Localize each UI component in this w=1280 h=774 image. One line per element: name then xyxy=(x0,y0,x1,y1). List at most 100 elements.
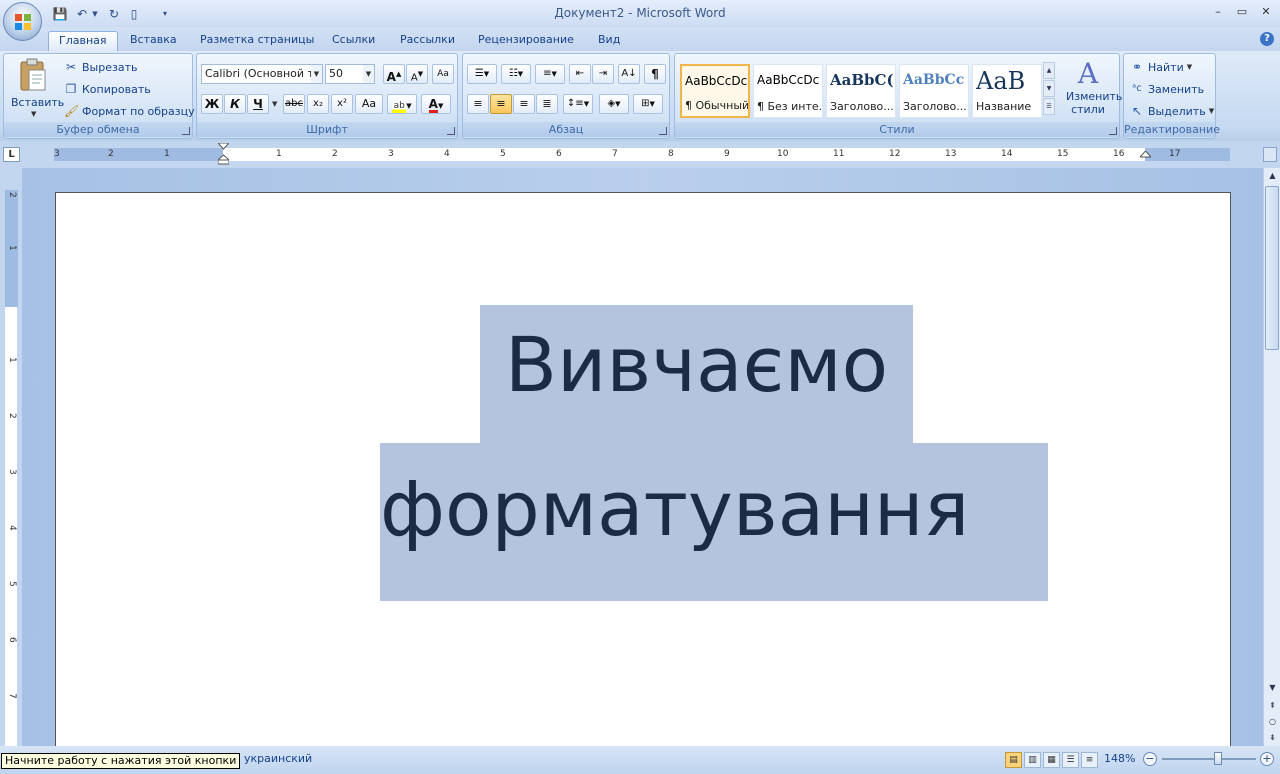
justify-button[interactable]: ≣ xyxy=(536,94,558,114)
bullets-button[interactable]: ☰▼ xyxy=(467,64,497,84)
style-heading-1[interactable]: AaBbC( Заголово... xyxy=(826,64,896,118)
print-layout-view-button[interactable]: ▤ xyxy=(1005,752,1022,768)
copy-button[interactable]: ❐ Копировать xyxy=(64,79,151,99)
previous-page-icon[interactable]: ⇞ xyxy=(1265,698,1280,714)
vertical-scrollbar[interactable]: ▲ ▼ ⇞ ○ ⇟ xyxy=(1263,168,1280,746)
underline-button[interactable]: Ч xyxy=(247,94,269,114)
font-name-dropdown-icon[interactable]: ▼ xyxy=(311,65,322,83)
zoom-in-button[interactable]: + xyxy=(1260,752,1274,766)
vruler-mark: 2 xyxy=(7,192,17,198)
subscript-button[interactable]: x₂ xyxy=(307,94,329,114)
outline-view-button[interactable]: ☰ xyxy=(1062,752,1079,768)
indent-marker-icon[interactable] xyxy=(218,143,229,165)
zoom-out-button[interactable]: − xyxy=(1143,752,1157,766)
strikethrough-button[interactable]: abc xyxy=(283,94,305,114)
tab-selector-button[interactable]: L xyxy=(3,147,20,162)
sort-button[interactable]: A↓ xyxy=(618,64,640,84)
numbering-button[interactable]: ☷▼ xyxy=(501,64,531,84)
paste-button[interactable]: Вставить ▼ xyxy=(7,56,64,120)
web-layout-view-button[interactable]: ▦ xyxy=(1043,752,1060,768)
ruler-mark: 16 xyxy=(1113,149,1125,159)
copy-label: Копировать xyxy=(82,82,151,96)
styles-scroll-up-icon[interactable]: ▲ xyxy=(1043,62,1055,79)
office-button[interactable] xyxy=(3,2,42,41)
increase-indent-button[interactable]: ⇥ xyxy=(592,64,614,84)
paragraph-launcher-icon[interactable] xyxy=(659,127,667,135)
paste-dropdown-icon: ▼ xyxy=(31,110,37,118)
select-browse-object-icon[interactable]: ○ xyxy=(1265,714,1280,730)
shading-button[interactable]: ◈▼ xyxy=(599,94,629,114)
document-page[interactable]: Вивчаємо форматування xyxy=(55,192,1231,752)
clipboard-launcher-icon[interactable] xyxy=(182,127,190,135)
align-left-button[interactable]: ≡ xyxy=(467,94,489,114)
right-indent-marker-icon[interactable] xyxy=(1140,151,1151,161)
tab-mailings[interactable]: Рассылки xyxy=(390,31,465,51)
align-right-button[interactable]: ≡ xyxy=(513,94,535,114)
font-size-dropdown-icon[interactable]: ▼ xyxy=(363,65,374,83)
document-text-line-1[interactable]: Вивчаємо xyxy=(480,315,913,415)
zoom-slider-thumb[interactable] xyxy=(1214,752,1223,765)
vertical-ruler[interactable]: 2 1 1 2 3 4 5 6 7 xyxy=(5,190,18,746)
styles-scroll-down-icon[interactable]: ▼ xyxy=(1043,80,1055,97)
close-button[interactable]: ✕ xyxy=(1256,4,1276,20)
align-center-button[interactable]: ≡ xyxy=(490,94,512,114)
minimize-button[interactable]: – xyxy=(1208,4,1228,20)
scroll-down-icon[interactable]: ▼ xyxy=(1265,680,1280,696)
tab-review[interactable]: Рецензирование xyxy=(468,31,584,51)
view-ruler-toggle-icon[interactable] xyxy=(1263,147,1277,162)
underline-dropdown-icon[interactable]: ▼ xyxy=(272,100,277,108)
style-no-spacing[interactable]: AaBbCcDc ¶ Без инте... xyxy=(753,64,823,118)
shrink-font-button[interactable]: A▼ xyxy=(406,64,428,84)
select-button[interactable]: ↖ Выделить ▼ xyxy=(1130,101,1214,121)
next-page-icon[interactable]: ⇟ xyxy=(1265,730,1280,746)
grow-font-button[interactable]: A▲ xyxy=(383,64,405,84)
styles-launcher-icon[interactable] xyxy=(1109,127,1117,135)
bold-button[interactable]: Ж xyxy=(201,94,223,114)
zoom-slider[interactable] xyxy=(1162,758,1256,760)
show-marks-button[interactable]: ¶ xyxy=(644,64,666,84)
group-styles: AaBbCcDc ¶ Обычный AaBbCcDc ¶ Без инте..… xyxy=(674,53,1123,139)
replace-button[interactable]: ᵃc Заменить xyxy=(1130,79,1204,99)
superscript-button[interactable]: x² xyxy=(331,94,353,114)
style-heading-2[interactable]: AaBbCc Заголово... xyxy=(899,64,969,118)
style-normal[interactable]: AaBbCcDc ¶ Обычный xyxy=(680,64,750,118)
font-launcher-icon[interactable] xyxy=(447,127,455,135)
style-name: Заголово... xyxy=(903,100,967,113)
cut-button[interactable]: ✂ Вырезать xyxy=(64,57,138,77)
font-size-combo[interactable]: 50 ▼ xyxy=(325,64,375,84)
full-screen-reading-view-button[interactable]: ▥ xyxy=(1024,752,1041,768)
borders-button[interactable]: ⊞▼ xyxy=(633,94,663,114)
language-indicator[interactable]: украинский xyxy=(244,752,312,765)
vruler-mark: 6 xyxy=(7,637,17,643)
scroll-up-icon[interactable]: ▲ xyxy=(1265,168,1280,184)
change-styles-button[interactable]: A Изменить стили xyxy=(1059,58,1123,120)
tab-view[interactable]: Вид xyxy=(588,31,630,51)
help-icon[interactable]: ? xyxy=(1260,32,1274,46)
font-name-combo[interactable]: Calibri (Основной те ▼ xyxy=(201,64,323,84)
font-group-label: Шрифт xyxy=(197,122,457,137)
tab-home[interactable]: Главная xyxy=(48,31,118,51)
scroll-thumb[interactable] xyxy=(1265,186,1279,350)
font-color-button[interactable]: A▼ xyxy=(421,94,451,114)
document-text-line-2[interactable]: форматування xyxy=(380,459,1048,559)
multilevel-list-button[interactable]: ≡▼ xyxy=(535,64,565,84)
style-title[interactable]: AaB Название xyxy=(972,64,1042,118)
tab-page-layout[interactable]: Разметка страницы xyxy=(190,31,324,51)
zoom-level[interactable]: 148% xyxy=(1104,752,1135,765)
clear-formatting-button[interactable]: Aa xyxy=(432,64,454,84)
change-case-button[interactable]: Aa xyxy=(355,94,383,114)
italic-button[interactable]: К xyxy=(224,94,246,114)
format-painter-button[interactable]: 🖌 Формат по образцу xyxy=(64,101,195,121)
line-spacing-button[interactable]: ↕≡▼ xyxy=(563,94,593,114)
highlight-button[interactable]: ab▼ xyxy=(387,94,417,114)
horizontal-ruler[interactable]: 3 2 1 1 2 3 4 5 6 7 8 9 10 11 12 13 14 1… xyxy=(54,143,1230,165)
tab-references[interactable]: Ссылки xyxy=(322,31,385,51)
tab-insert[interactable]: Вставка xyxy=(120,31,187,51)
styles-more-icon[interactable]: ☰ xyxy=(1043,98,1055,115)
restore-button[interactable]: ▭ xyxy=(1232,4,1252,20)
change-styles-label: Изменить стили xyxy=(1066,90,1123,116)
find-button[interactable]: ⚭ Найти ▼ xyxy=(1130,57,1192,77)
group-clipboard: Вставить ▼ ✂ Вырезать ❐ Копировать 🖌 Фор… xyxy=(3,53,195,139)
draft-view-button[interactable]: ≡ xyxy=(1081,752,1098,768)
decrease-indent-button[interactable]: ⇤ xyxy=(569,64,591,84)
